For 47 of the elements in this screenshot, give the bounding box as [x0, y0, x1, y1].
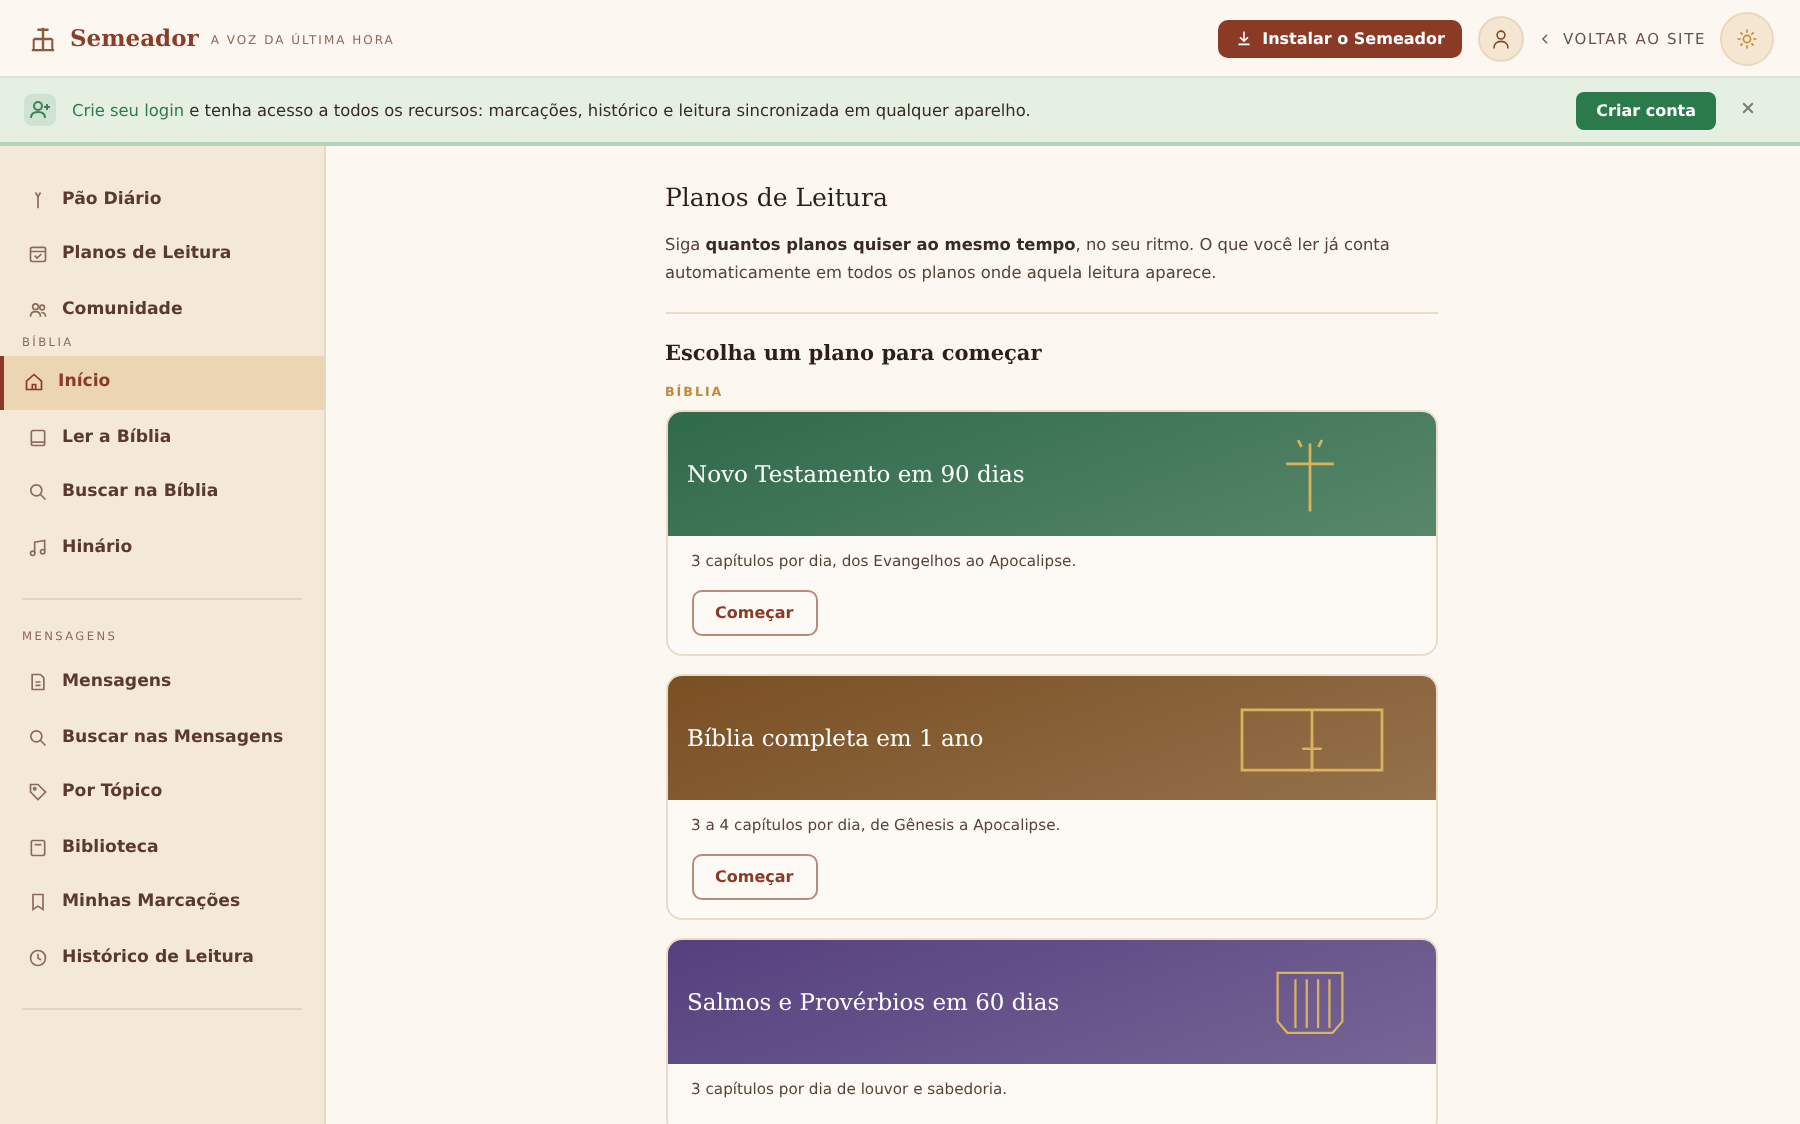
sidebar-item[interactable]: Início — [0, 355, 324, 410]
sidebar-item[interactable]: Mensagens — [0, 655, 324, 710]
sidebar-item[interactable]: Biblioteca — [0, 820, 324, 875]
library-icon — [28, 837, 48, 858]
open-book-icon — [1239, 703, 1383, 773]
add-user-icon — [24, 94, 56, 126]
close-icon — [1740, 100, 1756, 116]
brand-name[interactable]: Semeador — [70, 24, 199, 52]
plan-title: Bíblia completa em 1 ano — [687, 724, 986, 752]
profile-button[interactable] — [1478, 15, 1525, 61]
sidebar-item[interactable]: Hinário — [0, 520, 324, 575]
search-icon — [28, 727, 48, 748]
bookmark-icon — [28, 892, 48, 913]
home-icon — [24, 372, 44, 393]
sidebar-item[interactable]: Buscar nas Mensagens — [0, 710, 324, 765]
people-icon — [28, 299, 48, 320]
start-button[interactable]: Começar — [691, 590, 818, 636]
sidebar-item[interactable]: Minhas Marcações — [0, 875, 324, 930]
plan-title: Novo Testamento em 90 dias — [687, 460, 1027, 488]
theme-toggle-button[interactable] — [1720, 11, 1774, 65]
sidebar-item[interactable]: Planos de Leitura — [0, 227, 324, 282]
plan-title: Salmos e Provérbios em 60 dias — [687, 988, 1062, 1016]
sidebar-item[interactable]: Por Tópico — [0, 765, 324, 820]
page-title: Planos de Leitura — [665, 182, 890, 212]
download-icon — [1236, 30, 1253, 46]
sidebar-item[interactable]: Comunidade — [0, 282, 324, 337]
sidebar-item[interactable]: Buscar na Bíblia — [0, 465, 324, 520]
section-title: Escolha um plano para começar — [665, 342, 1044, 366]
install-button[interactable]: Instalar o Semeador — [1218, 19, 1463, 57]
sun-icon — [1736, 27, 1758, 49]
logo-icon — [28, 25, 58, 51]
document-icon — [28, 672, 48, 693]
user-icon — [1490, 27, 1513, 49]
intro-text: Siga quantos planos quiser ao mesmo tempo, no seu ritmo. O que você ler já conta automaticamente em todos os planos onde aquela leitura aparece. — [665, 232, 1392, 286]
chevron-left-icon — [1540, 31, 1551, 45]
book-icon — [28, 427, 48, 448]
banner-message: Crie seu login e tenha acesso a todos os recursos: marcações, histórico e leitura sincronizada em qualquer aparelho. — [72, 100, 1031, 120]
sidebar-item[interactable]: Histórico de Leitura — [0, 930, 324, 985]
start-button[interactable]: Começar — [691, 854, 818, 900]
sidebar-item[interactable]: Ler a Bíblia — [0, 410, 324, 465]
music-icon — [28, 537, 48, 558]
create-account-button[interactable]: Criar conta — [1576, 91, 1716, 129]
clock-icon — [28, 947, 48, 968]
search-icon — [28, 482, 48, 503]
calendar-icon — [28, 244, 48, 265]
sidebar-item[interactable]: Pão Diário — [0, 172, 324, 227]
tag-icon — [28, 782, 48, 803]
